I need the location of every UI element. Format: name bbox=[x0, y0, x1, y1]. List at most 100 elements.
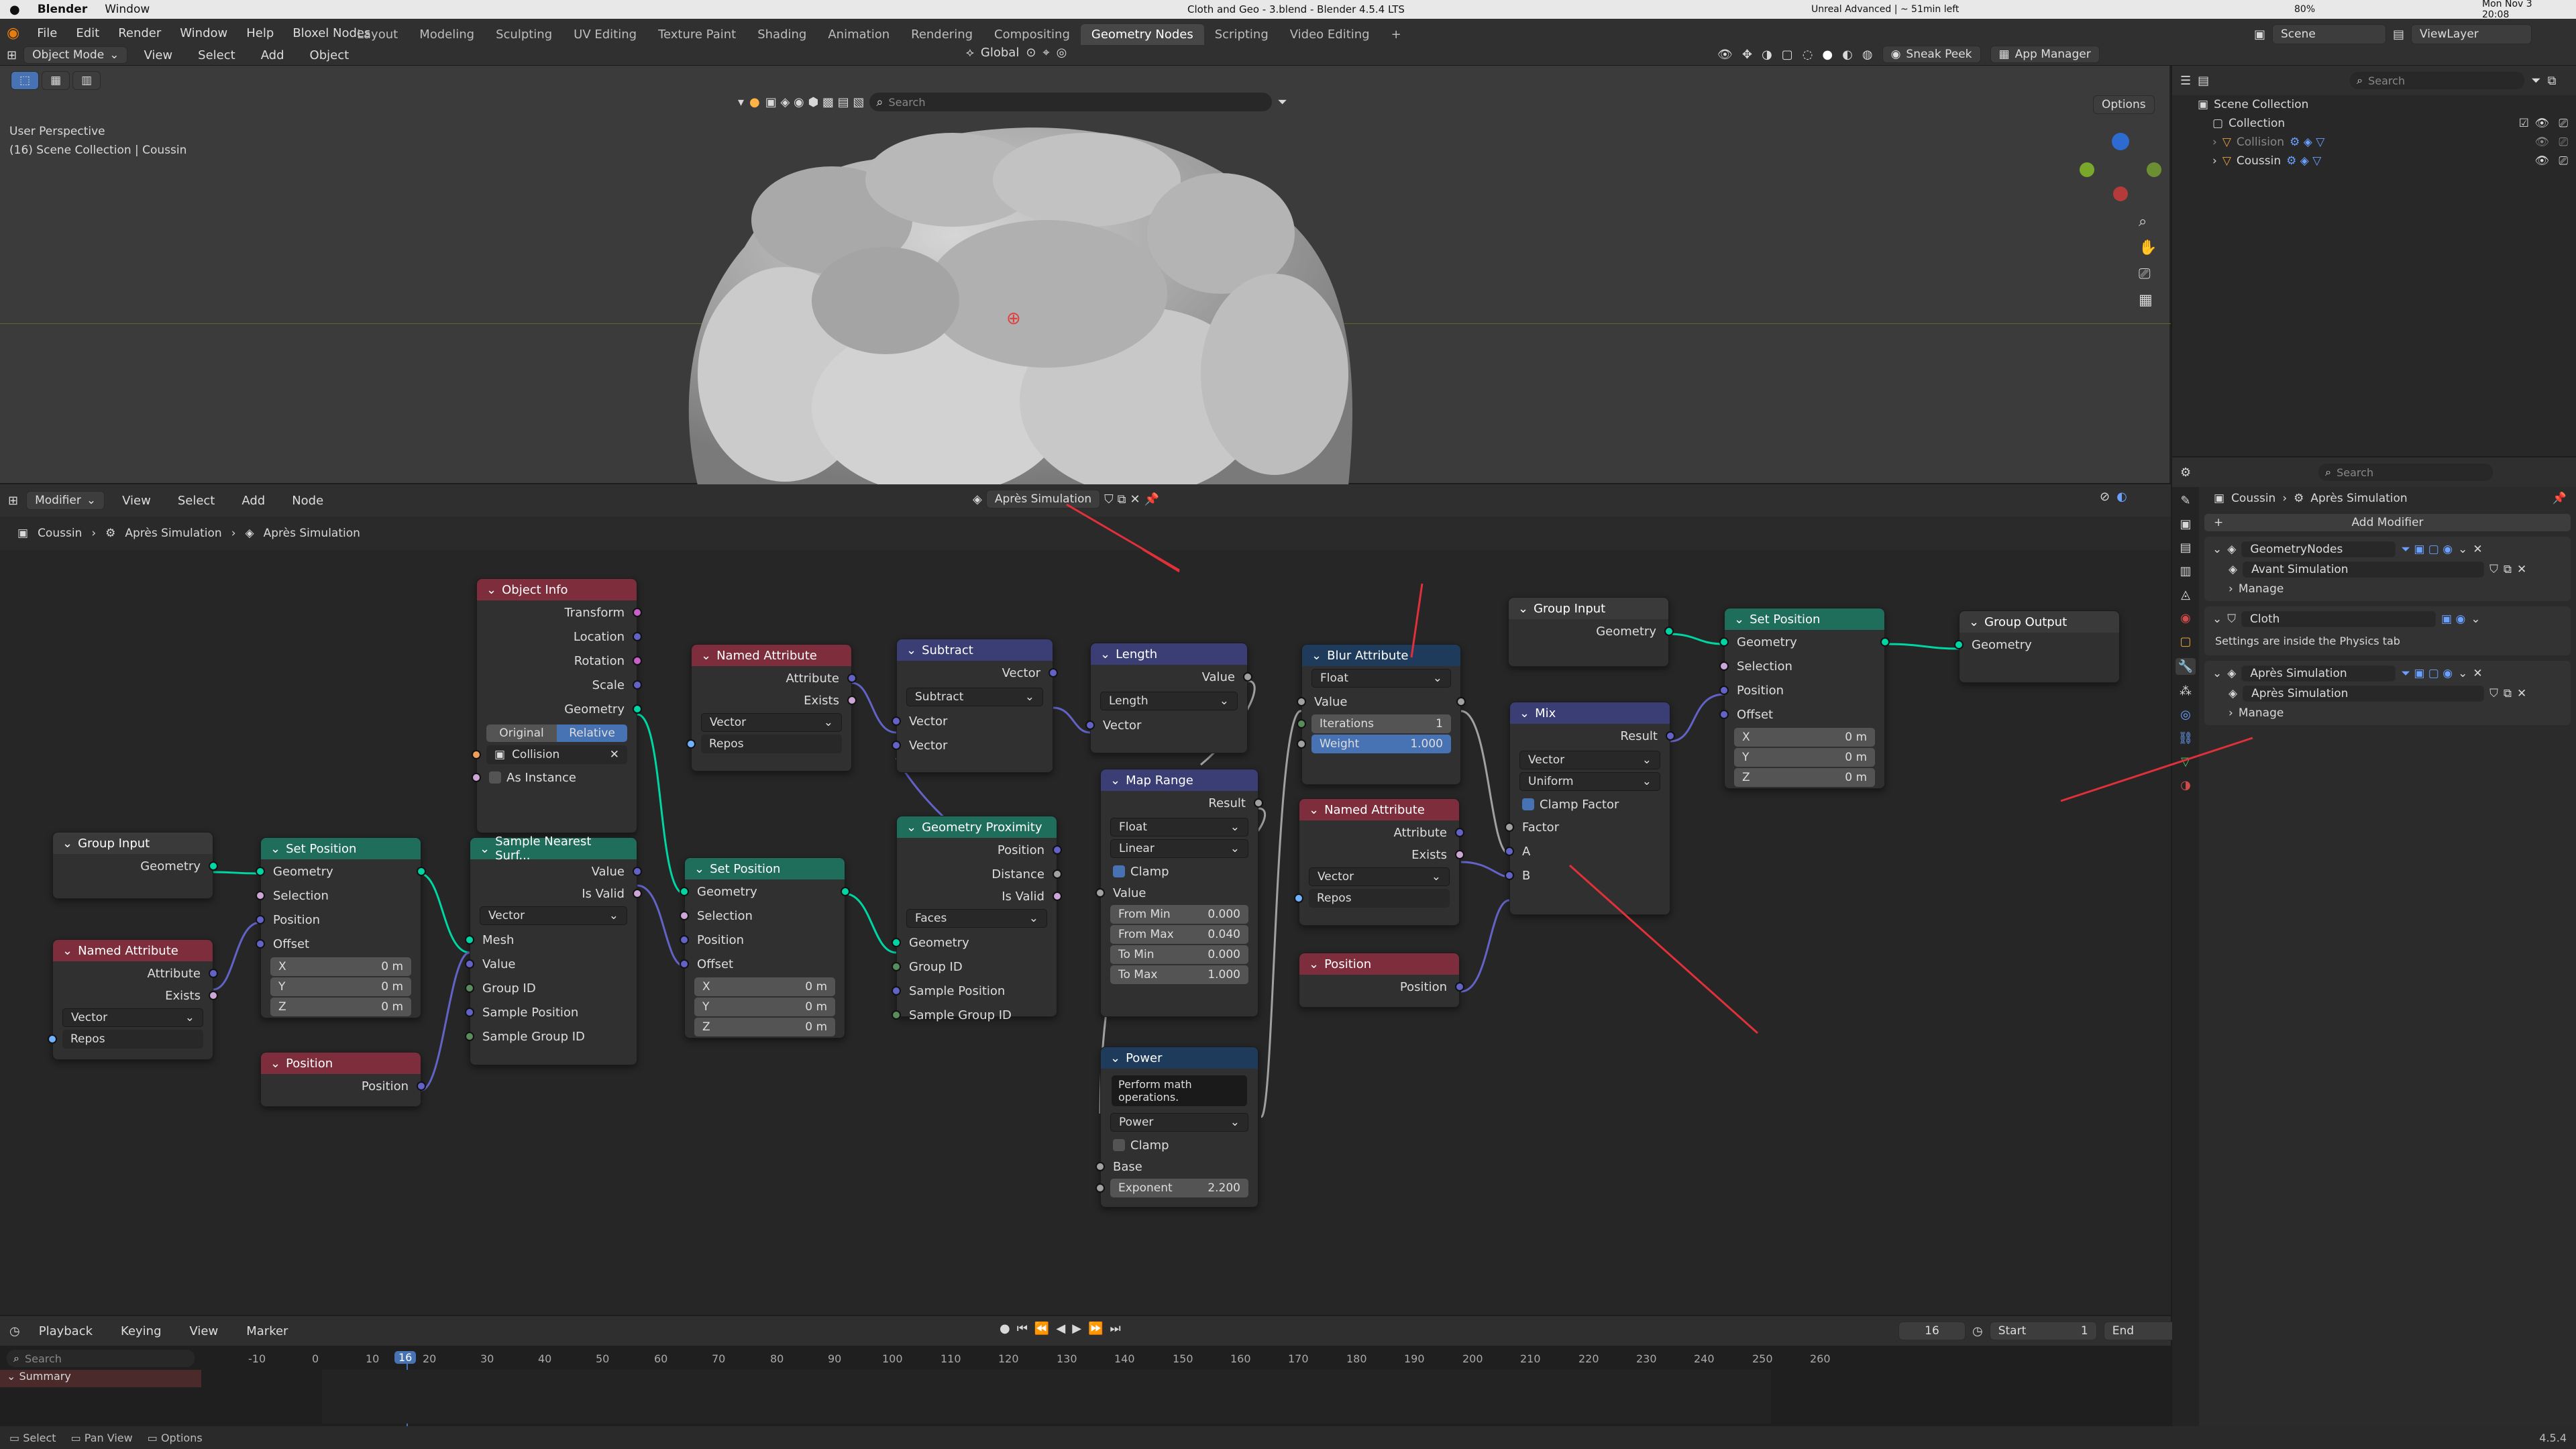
particles-tab-icon[interactable]: ⁂ bbox=[2180, 684, 2192, 698]
next-keyframe-icon[interactable]: ⏩ bbox=[1088, 1322, 1103, 1336]
outliner-collection[interactable]: ▢ Collection ☑ 👁 ⎚ bbox=[2172, 114, 2576, 133]
view-layer-tab-icon[interactable]: ▥ bbox=[2180, 564, 2191, 578]
manage-subpanel[interactable]: › Manage bbox=[2204, 580, 2571, 598]
notification-text[interactable]: Unreal Advanced | ~ 51min left bbox=[1811, 4, 1959, 15]
tool-tab-icon[interactable]: ✎ bbox=[2180, 494, 2190, 508]
select-tool-icon[interactable]: ⬚ bbox=[11, 71, 40, 90]
start-frame-field[interactable]: Start 1 bbox=[1989, 1322, 2097, 1340]
modifier-tab-icon[interactable]: 🔧 bbox=[2175, 658, 2196, 675]
object-mode-dropdown[interactable]: Object Mode ⌄ bbox=[23, 46, 128, 64]
new-collection-icon[interactable]: ⧉ bbox=[2548, 74, 2557, 88]
sneak-peek-button[interactable]: ◉ Sneak Peek bbox=[1882, 46, 1981, 63]
outliner-editor-icon[interactable]: ☰ bbox=[2180, 74, 2191, 88]
apple-icon[interactable]: ● bbox=[9, 3, 20, 17]
orientation-dropdown[interactable]: Global bbox=[981, 46, 1019, 60]
editor-context-dropdown[interactable]: Modifier ⌄ bbox=[26, 491, 105, 510]
render-tab-icon[interactable]: ▣ bbox=[2180, 517, 2191, 531]
3d-cursor-icon[interactable]: ⊕ bbox=[1006, 309, 1021, 329]
object-filter-icons[interactable]: ▣ ◈ ◉ ⬢ ▩ ▤ ▧ bbox=[765, 95, 865, 109]
duplicate-icon[interactable]: ⧉ bbox=[2504, 687, 2512, 700]
pan-hand-icon[interactable]: ✋ bbox=[2139, 239, 2157, 256]
tab-modeling[interactable]: Modeling bbox=[409, 24, 485, 45]
filter-icon[interactable]: ⏷ bbox=[2531, 74, 2540, 88]
modifier-name-field[interactable]: GeometryNodes bbox=[2241, 541, 2396, 557]
xray-icon[interactable]: ▢ bbox=[1782, 48, 1793, 62]
properties-search[interactable]: ⌕ Search bbox=[2318, 464, 2493, 481]
menu-file[interactable]: File bbox=[28, 26, 66, 40]
viewport-options-button[interactable]: Options bbox=[2093, 95, 2155, 114]
gizmo-icon[interactable]: ✥ bbox=[1742, 48, 1752, 62]
tab-scripting[interactable]: Scripting bbox=[1204, 24, 1279, 45]
select-box-icon[interactable]: ▦ bbox=[42, 71, 70, 90]
axis-neg-z-icon[interactable] bbox=[2113, 186, 2128, 201]
shading-rendered-icon[interactable]: ◍ bbox=[1862, 48, 1873, 62]
chevron-down-icon[interactable]: ⌄ bbox=[2212, 612, 2222, 626]
timeline-menu-marker[interactable]: Marker bbox=[237, 1324, 297, 1338]
select-mode-icon[interactable]: ▥ bbox=[72, 71, 101, 90]
app-menu[interactable]: Blender bbox=[38, 3, 88, 16]
scene-selector[interactable]: Scene bbox=[2272, 24, 2387, 44]
camera-icon[interactable]: ⎚ bbox=[2559, 154, 2568, 168]
node-tree-icon[interactable]: ◈ bbox=[973, 492, 982, 506]
datetime[interactable]: Mon Nov 3 20:08 bbox=[2482, 0, 2559, 20]
outliner-item-coussin[interactable]: › ▽ Coussin ⚙ ◈ ▽ 👁 ⎚ bbox=[2172, 152, 2576, 170]
modifier-name-field[interactable]: Après Simulation bbox=[2241, 665, 2396, 682]
menu-edit[interactable]: Edit bbox=[66, 26, 109, 40]
duplicate-icon[interactable]: ⧉ bbox=[2504, 563, 2512, 576]
axis-z-icon[interactable] bbox=[2112, 133, 2129, 150]
viewlayer-selector[interactable]: ViewLayer bbox=[2411, 24, 2532, 44]
battery-text[interactable]: 80% bbox=[2294, 4, 2315, 15]
display-mode-icon[interactable]: ▤ bbox=[2198, 74, 2209, 88]
duplicate-icon[interactable]: ⧉ bbox=[1118, 492, 1126, 506]
object-type-filter-icon[interactable]: ▾ bbox=[738, 95, 744, 109]
snapping-icon[interactable]: ⊘ bbox=[2100, 490, 2110, 504]
play-reverse-icon[interactable]: ◀ bbox=[1056, 1322, 1065, 1336]
timeline-area[interactable]: ⌕ Search ⌄ Summary -10 0 10 20 30 40 50 … bbox=[0, 1346, 2171, 1426]
node-editor-type-icon[interactable]: ⊞ bbox=[8, 494, 18, 508]
close-icon[interactable]: ✕ bbox=[2473, 667, 2482, 680]
window-menu[interactable]: Window bbox=[105, 3, 150, 16]
fake-user-icon[interactable]: ⛉ bbox=[2489, 563, 2498, 576]
tab-texture-paint[interactable]: Texture Paint bbox=[647, 24, 747, 45]
breadcrumb-tree[interactable]: Après Simulation bbox=[264, 527, 360, 540]
properties-editor-icon[interactable]: ⚙ bbox=[2180, 466, 2191, 480]
viewport-menu-select[interactable]: Select bbox=[189, 48, 245, 62]
tab-video-editing[interactable]: Video Editing bbox=[1279, 24, 1381, 45]
jump-end-icon[interactable]: ⏭ bbox=[1110, 1322, 1120, 1336]
eye-icon[interactable]: 👁 bbox=[2534, 154, 2549, 168]
tab-uv-editing[interactable]: UV Editing bbox=[563, 24, 647, 45]
eye-icon[interactable]: 👁 bbox=[2534, 117, 2549, 130]
ne-menu-node[interactable]: Node bbox=[282, 494, 333, 508]
outliner-scene-collection[interactable]: ▣ Scene Collection bbox=[2172, 95, 2576, 114]
chevron-down-icon[interactable]: ⌄ bbox=[2212, 543, 2222, 556]
pivot-icon[interactable]: ⊙ bbox=[1026, 46, 1036, 60]
modifier-panel-geometrynodes[interactable]: ⌄ ◈ GeometryNodes ⏷ ▣ ▢ ◉ ⌄ ✕ ◈ Avant Si… bbox=[2204, 537, 2571, 601]
proportional-edit-icon[interactable]: ◎ bbox=[1057, 46, 1067, 60]
add-workspace-icon[interactable]: + bbox=[1381, 24, 1412, 45]
add-modifier-button[interactable]: + Add Modifier bbox=[2204, 514, 2571, 531]
tab-compositing[interactable]: Compositing bbox=[983, 24, 1081, 45]
outliner[interactable]: ▣ Scene Collection ▢ Collection ☑ 👁 ⎚ › … bbox=[2172, 95, 2576, 456]
data-tab-icon[interactable]: ▽ bbox=[2181, 755, 2190, 769]
modifier-tree-selector[interactable]: Après Simulation bbox=[2243, 686, 2485, 702]
modifier-panel-apres-simulation[interactable]: ⌄ ◈ Après Simulation ⏷ ▣ ▢ ◉ ⌄ ✕ ◈ Après… bbox=[2204, 661, 2571, 725]
timeline-editor-icon[interactable]: ◷ bbox=[9, 1324, 20, 1338]
chevron-down-icon[interactable]: ⌄ bbox=[2471, 612, 2480, 626]
modifier-visibility-icons[interactable]: ⏷ ▣ ▢ ◉ bbox=[2401, 543, 2453, 556]
tab-shading[interactable]: Shading bbox=[747, 24, 817, 45]
modifier-name-field[interactable]: Cloth bbox=[2241, 611, 2436, 627]
color-icon[interactable]: ● bbox=[749, 95, 760, 109]
tab-sculpting[interactable]: Sculpting bbox=[485, 24, 563, 45]
outliner-search[interactable]: ⌕ Search bbox=[2350, 72, 2525, 89]
overlay-toggle-icon[interactable]: ◐ bbox=[2116, 490, 2127, 504]
breadcrumb-modifier[interactable]: Après Simulation bbox=[125, 527, 221, 540]
ne-menu-add[interactable]: Add bbox=[232, 494, 274, 508]
filter-icon[interactable]: ⏷ bbox=[1277, 95, 1287, 109]
blender-logo-icon[interactable]: ◉ bbox=[7, 25, 19, 42]
editor-type-icon[interactable]: ⊞ bbox=[7, 48, 17, 62]
play-icon[interactable]: ▶ bbox=[1072, 1322, 1081, 1336]
snap-icon[interactable]: ⌖ bbox=[1042, 46, 1049, 60]
timeline-ruler[interactable]: -10 0 10 20 30 40 50 60 70 80 90 100 110… bbox=[228, 1352, 2147, 1367]
world-tab-icon[interactable]: ◉ bbox=[2180, 611, 2191, 625]
outliner-item-collision[interactable]: › ▽ Collision ⚙ ◈ ▽ 👁 ⎚ bbox=[2172, 133, 2576, 152]
